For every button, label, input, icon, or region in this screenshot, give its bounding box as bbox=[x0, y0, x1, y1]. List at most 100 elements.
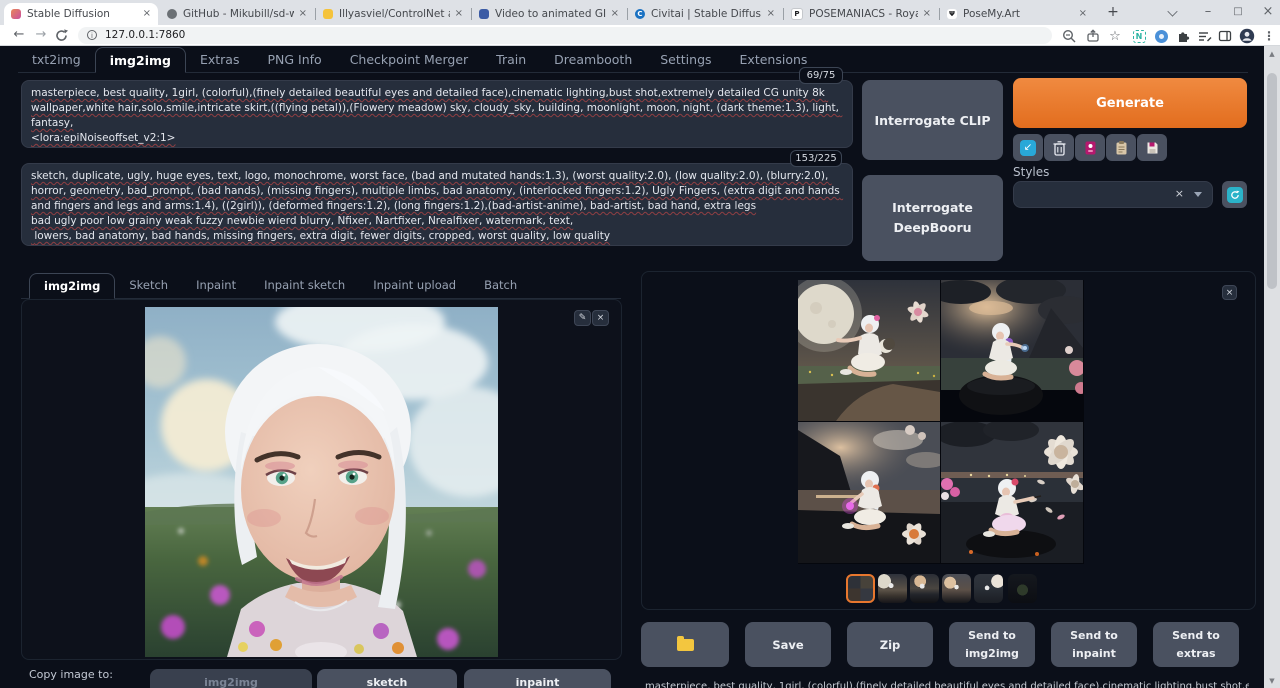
tab-close-icon[interactable]: × bbox=[611, 9, 619, 19]
tab-txt2img[interactable]: txt2img bbox=[18, 47, 95, 72]
extensions-puzzle-icon[interactable] bbox=[1174, 27, 1192, 45]
paste-parameters-button[interactable]: ↙ bbox=[1013, 134, 1043, 161]
generate-button[interactable]: Generate bbox=[1013, 78, 1247, 128]
tab-settings[interactable]: Settings bbox=[646, 47, 725, 72]
open-folder-button[interactable] bbox=[641, 622, 729, 667]
tab-title: PoseMy.Art bbox=[963, 8, 1074, 20]
source-image-portrait[interactable] bbox=[145, 307, 498, 657]
prompt-token-counter: 69/75 bbox=[799, 67, 843, 84]
tab-img2img[interactable]: img2img bbox=[95, 47, 186, 73]
tab-gif-converter[interactable]: Video to animated GIF converter × bbox=[472, 3, 626, 25]
edit-image-button[interactable]: ✎ bbox=[574, 310, 591, 326]
copy-to-inpaint-button[interactable]: inpaint bbox=[464, 669, 611, 688]
zip-button[interactable]: Zip bbox=[847, 622, 933, 667]
tab-github[interactable]: GitHub - Mikubill/sd-webui-con × bbox=[160, 3, 314, 25]
copy-to-sketch-button[interactable]: sketch bbox=[317, 669, 457, 688]
apply-style-button[interactable] bbox=[1106, 134, 1136, 161]
styles-clear-icon[interactable]: × bbox=[1175, 187, 1184, 200]
tab-checkpoint-merger[interactable]: Checkpoint Merger bbox=[336, 47, 482, 72]
tab-close-icon[interactable]: × bbox=[455, 9, 463, 19]
floppy-disk-icon bbox=[1145, 140, 1160, 156]
tab-train[interactable]: Train bbox=[482, 47, 540, 72]
stable-diffusion-favicon bbox=[11, 9, 21, 19]
tab-close-icon[interactable]: × bbox=[767, 9, 775, 19]
tab-controlnet[interactable]: Illyasviel/ControlNet at main × bbox=[316, 3, 470, 25]
scrollbar-up-icon[interactable]: ▲ bbox=[1264, 47, 1280, 61]
subtab-batch[interactable]: Batch bbox=[470, 273, 531, 298]
tab-posemyart[interactable]: Ψ PoseMy.Art × bbox=[940, 3, 1094, 25]
reload-button[interactable] bbox=[54, 28, 69, 47]
tab-civitai[interactable]: C Civitai | Stable Diffusion model × bbox=[628, 3, 782, 25]
remove-image-button[interactable]: × bbox=[592, 310, 609, 326]
clear-prompt-button[interactable] bbox=[1044, 134, 1074, 161]
back-button[interactable]: ← bbox=[10, 26, 28, 44]
subtab-img2img[interactable]: img2img bbox=[29, 273, 115, 299]
side-panel-icon[interactable] bbox=[1216, 27, 1234, 45]
tab-extras[interactable]: Extras bbox=[186, 47, 254, 72]
profile-avatar[interactable] bbox=[1238, 27, 1256, 45]
save-button[interactable]: Save bbox=[745, 622, 831, 667]
scrollbar-thumb[interactable] bbox=[1267, 73, 1277, 289]
tab-search-chevron-icon[interactable] bbox=[1168, 7, 1177, 16]
extension-blue-circle-icon[interactable] bbox=[1152, 27, 1170, 45]
chevron-down-icon[interactable] bbox=[1194, 192, 1202, 197]
tab-posemaniacs[interactable]: P POSEMANIACS - Royalty free 3 × bbox=[784, 3, 938, 25]
address-bar[interactable]: i 127.0.0.1:7860 bbox=[78, 27, 1052, 44]
window-close-button[interactable]: × bbox=[1256, 3, 1280, 21]
gallery-thumbnail-3[interactable] bbox=[942, 574, 971, 603]
gallery-image-4 bbox=[941, 422, 1083, 563]
tab-dreambooth[interactable]: Dreambooth bbox=[540, 47, 646, 72]
refresh-styles-button[interactable] bbox=[1222, 181, 1247, 208]
send-to-img2img-button[interactable]: Send to img2img bbox=[949, 622, 1035, 667]
gallery-close-button[interactable]: × bbox=[1222, 285, 1237, 300]
zoom-icon[interactable] bbox=[1060, 27, 1078, 45]
window-maximize-button[interactable]: □ bbox=[1226, 3, 1250, 21]
refresh-icon bbox=[1227, 187, 1243, 203]
browser-menu-icon[interactable]: ⋮ bbox=[1260, 27, 1278, 45]
extension-n-icon[interactable]: N bbox=[1130, 27, 1148, 45]
tab-close-icon[interactable]: × bbox=[143, 9, 151, 19]
subtab-inpaint[interactable]: Inpaint bbox=[182, 273, 250, 298]
gallery-selected-image-grid[interactable] bbox=[798, 280, 1084, 564]
gallery-thumbnail-1[interactable] bbox=[878, 574, 907, 603]
bookmark-star-icon[interactable]: ☆ bbox=[1106, 27, 1124, 45]
window-minimize-button[interactable]: – bbox=[1196, 3, 1220, 21]
gallery-thumbnail-4[interactable] bbox=[974, 574, 1003, 603]
tab-title: Stable Diffusion bbox=[27, 8, 138, 20]
send-to-extras-button[interactable]: Send to extras bbox=[1153, 622, 1239, 667]
gallery-image-1 bbox=[798, 280, 940, 421]
tab-close-icon[interactable]: × bbox=[923, 9, 931, 19]
folder-icon bbox=[677, 639, 694, 651]
tab-title: POSEMANIACS - Royalty free 3 bbox=[809, 8, 918, 20]
subtab-sketch[interactable]: Sketch bbox=[115, 273, 182, 298]
save-style-button[interactable] bbox=[1137, 134, 1167, 161]
tab-close-icon[interactable]: × bbox=[299, 9, 307, 19]
site-info-icon[interactable]: i bbox=[87, 30, 97, 40]
gallery-thumbnail-2[interactable] bbox=[910, 574, 939, 603]
tab-stable-diffusion[interactable]: Stable Diffusion × bbox=[4, 3, 158, 25]
negative-prompt-input[interactable]: sketch, duplicate, ugly, huge eyes, text… bbox=[21, 163, 853, 246]
share-icon[interactable] bbox=[1084, 27, 1102, 45]
tab-png-info[interactable]: PNG Info bbox=[253, 47, 335, 72]
interrogate-clip-button[interactable]: Interrogate CLIP bbox=[862, 80, 1003, 160]
tab-close-icon[interactable]: × bbox=[1079, 9, 1087, 19]
scrollbar-down-icon[interactable]: ▼ bbox=[1264, 674, 1280, 688]
gallery-thumbnail-5[interactable] bbox=[1008, 574, 1037, 603]
forward-button[interactable]: → bbox=[32, 26, 50, 44]
negative-token-counter: 153/225 bbox=[790, 150, 842, 167]
close-icon: × bbox=[1226, 288, 1234, 298]
extra-networks-button[interactable] bbox=[1075, 134, 1105, 161]
interrogate-deepbooru-button[interactable]: Interrogate DeepBooru bbox=[862, 175, 1003, 261]
copy-image-to-label: Copy image to: bbox=[29, 668, 113, 681]
styles-dropdown[interactable]: × bbox=[1013, 181, 1213, 208]
subtab-inpaint-upload[interactable]: Inpaint upload bbox=[359, 273, 470, 298]
gallery-thumbnail-grid[interactable] bbox=[846, 574, 875, 603]
prompt-input[interactable]: masterpiece, best quality, 1girl, (color… bbox=[21, 80, 853, 148]
tab-title: GitHub - Mikubill/sd-webui-con bbox=[183, 8, 294, 20]
url-text: 127.0.0.1:7860 bbox=[105, 27, 185, 44]
subtab-inpaint-sketch[interactable]: Inpaint sketch bbox=[250, 273, 359, 298]
copy-to-img2img-button[interactable]: img2img bbox=[150, 669, 312, 688]
send-to-inpaint-button[interactable]: Send to inpaint bbox=[1051, 622, 1137, 667]
new-tab-button[interactable]: + bbox=[1104, 4, 1122, 22]
reading-list-icon[interactable] bbox=[1196, 27, 1214, 45]
